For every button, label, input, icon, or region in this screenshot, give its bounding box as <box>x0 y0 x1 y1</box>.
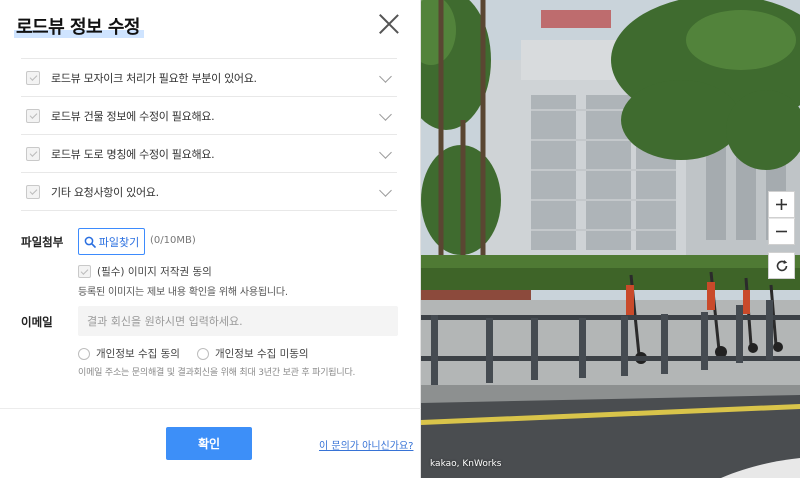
dialog-title: 로드뷰 정보 수정 <box>14 13 144 39</box>
search-icon <box>84 236 96 248</box>
zoom-in-button[interactable] <box>768 191 795 218</box>
option-road-name[interactable]: 로드뷰 도로 명칭에 수정이 필요해요. <box>21 135 397 173</box>
close-icon[interactable] <box>378 13 400 35</box>
option-label: 로드뷰 모자이크 처리가 필요한 부분이 있어요. <box>51 71 257 85</box>
find-file-button[interactable]: 파일찾기 <box>78 228 145 255</box>
email-label: 이메일 <box>21 315 53 329</box>
option-checkbox[interactable] <box>26 108 40 123</box>
option-list: 로드뷰 모자이크 처리가 필요한 부분이 있어요. 로드뷰 건물 정보에 수정이… <box>21 58 397 211</box>
attachment-label: 파일첨부 <box>21 235 64 249</box>
radio-circle[interactable] <box>78 347 90 360</box>
email-field[interactable] <box>78 306 398 336</box>
copyright-label: kakao, KnWorks <box>430 459 502 469</box>
minus-icon <box>776 230 787 233</box>
radio-label: 개인정보 수집 미동의 <box>214 348 309 360</box>
roadview-image[interactable]: kakao, KnWorks <box>421 0 800 478</box>
dialog-title-text: 로드뷰 정보 수정 <box>16 17 140 38</box>
privacy-disagree-radio[interactable]: 개인정보 수집 미동의 <box>196 346 309 361</box>
not-my-inquiry-link[interactable]: 이 문의가 아니신가요? <box>319 437 413 452</box>
privacy-agree-radio[interactable]: 개인정보 수집 동의 <box>78 346 180 361</box>
option-label: 로드뷰 도로 명칭에 수정이 필요해요. <box>51 147 215 161</box>
option-checkbox[interactable] <box>26 146 40 161</box>
copyright-consent[interactable]: (필수) 이미지 저작권 동의 <box>78 264 212 279</box>
chevron-down-icon[interactable] <box>379 146 392 159</box>
chevron-down-icon[interactable] <box>379 70 392 83</box>
email-retention-note: 이메일 주소는 문의해결 및 결과회신을 위해 최대 3년간 보관 후 파기됩니… <box>78 368 356 378</box>
option-checkbox[interactable] <box>26 184 40 199</box>
option-label: 로드뷰 건물 정보에 수정이 필요해요. <box>51 109 215 123</box>
zoom-out-button[interactable] <box>768 218 795 245</box>
chevron-down-icon[interactable] <box>379 184 392 197</box>
option-checkbox[interactable] <box>26 70 40 85</box>
radio-circle[interactable] <box>196 347 209 360</box>
option-other[interactable]: 기타 요청사항이 있어요. <box>21 173 397 211</box>
radio-label: 개인정보 수집 동의 <box>96 348 180 360</box>
consent-checkbox[interactable] <box>78 265 91 278</box>
option-mosaic[interactable]: 로드뷰 모자이크 처리가 필요한 부분이 있어요. <box>21 59 397 97</box>
street-scene <box>421 0 800 478</box>
file-size-limit: (0/10MB) <box>150 235 196 246</box>
roadview-edit-panel: 로드뷰 정보 수정 로드뷰 모자이크 처리가 필요한 부분이 있어요. 로드뷰 … <box>0 0 421 478</box>
find-file-label: 파일찾기 <box>98 235 140 249</box>
privacy-consent-group: 개인정보 수집 동의 개인정보 수집 미동의 <box>78 346 326 361</box>
consent-label: (필수) 이미지 저작권 동의 <box>97 266 212 278</box>
dialog-footer: 확인 이 문의가 아니신가요? <box>0 408 421 478</box>
option-label: 기타 요청사항이 있어요. <box>51 185 159 199</box>
plus-icon <box>776 199 787 210</box>
option-building-info[interactable]: 로드뷰 건물 정보에 수정이 필요해요. <box>21 97 397 135</box>
reset-view-button[interactable] <box>768 252 795 279</box>
chevron-down-icon[interactable] <box>379 108 392 121</box>
consent-note: 등록된 이미지는 제보 내용 확인을 위해 사용됩니다. <box>78 287 288 298</box>
rotate-icon <box>776 259 787 271</box>
confirm-button[interactable]: 확인 <box>166 427 252 460</box>
